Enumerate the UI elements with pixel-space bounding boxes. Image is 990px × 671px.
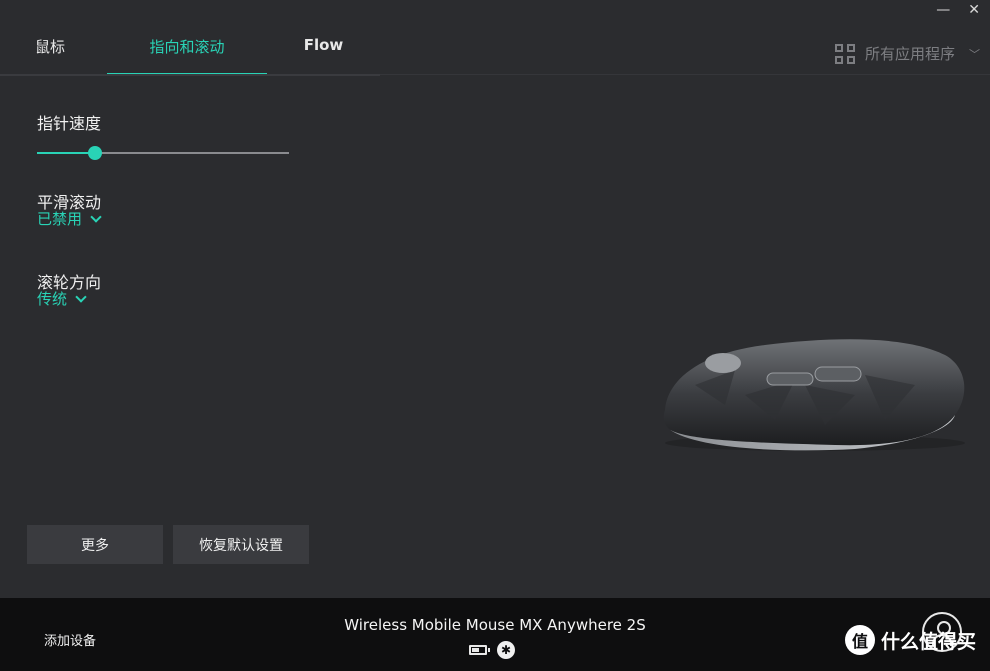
back-button [766,372,814,386]
battery-icon [469,645,490,655]
tab-flow[interactable]: Flow [267,30,380,74]
watermark: 值 什么值得买 [844,625,976,655]
pointer-speed-title: 指针速度 [37,114,102,133]
bluetooth-icon: ✱ [497,641,515,659]
mouse-illustration [663,339,965,451]
watermark-text: 什么值得买 [880,630,976,653]
minimize-icon[interactable]: — [936,2,950,18]
watermark-badge: 值 [844,625,875,655]
footer-bar: 添加设备 Wireless Mobile Mouse MX Anywhere 2… [0,598,990,671]
restore-defaults-button[interactable]: 恢复默认设置 [173,525,309,564]
scroll-direction-value: 传统 [37,290,68,308]
tab-flow-label: Flow [303,36,344,54]
chevron-down-icon: ﹀ [969,47,980,61]
chevron-down-icon [90,210,102,223]
device-name: Wireless Mobile Mouse MX Anywhere 2S [344,616,646,634]
device-status: ✱ [469,641,515,659]
scroll-wheel [705,353,741,373]
slider-fill [37,152,95,154]
tab-point-and-scroll-label: 指向和滚动 [149,38,225,56]
tab-baseline [0,74,380,76]
slider-thumb[interactable] [87,146,102,160]
app-picker-label: 所有应用程序 [864,45,955,63]
close-icon[interactable]: ✕ [968,2,980,18]
chevron-down-icon [75,290,87,303]
more-button[interactable]: 更多 [27,525,163,564]
smooth-scrolling-value: 已禁用 [37,210,83,228]
grid-icon [834,43,855,64]
tab-point-and-scroll[interactable]: 指向和滚动 [107,30,267,76]
scroll-direction-dropdown[interactable]: 传统 [37,288,87,309]
battery-level [472,648,480,652]
app-picker[interactable]: 所有应用程序 ﹀ [834,43,980,64]
tab-bar: 鼠标 指向和滚动 Flow [0,30,380,76]
app-window: — ✕ 鼠标 指向和滚动 Flow 所有应用程序 ﹀ 指针速度 平滑滚动 已禁用… [0,0,990,598]
pointer-speed-slider[interactable] [37,145,289,161]
forward-button [814,366,862,382]
smooth-scrolling-dropdown[interactable]: 已禁用 [37,208,102,229]
header-divider [380,74,990,75]
window-controls: — ✕ [936,2,980,18]
tab-mouse[interactable]: 鼠标 [0,30,100,74]
tab-mouse-label: 鼠标 [34,38,65,56]
